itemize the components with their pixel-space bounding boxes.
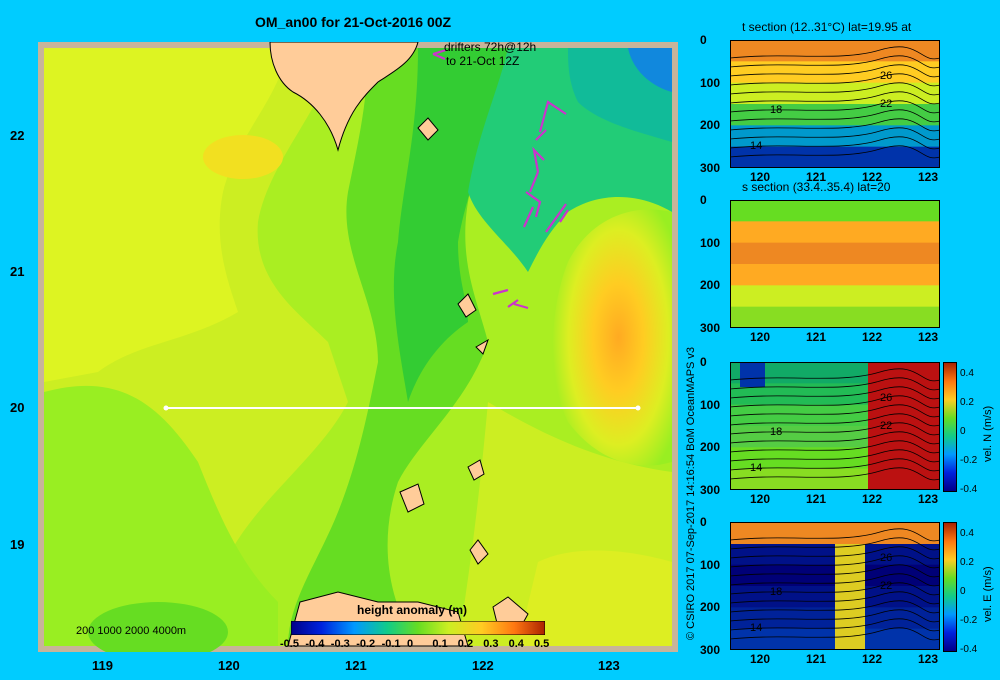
section-depth-tick: 200 xyxy=(700,440,721,455)
x-tick-122: 122 xyxy=(472,658,494,673)
contour-label: 22 xyxy=(880,420,893,432)
y-tick-19: 19 xyxy=(10,537,25,552)
contour-label: 18 xyxy=(770,426,783,438)
depth-legend: 200 1000 2000 4000m xyxy=(76,625,187,637)
section-colorbar-tick: 0.4 xyxy=(960,528,974,539)
section-colorbar-tick: -0.4 xyxy=(960,644,978,655)
colorbar-tick: 0.1 xyxy=(432,638,448,650)
section-lon-tick: 123 xyxy=(918,492,939,506)
colorbar-tick: 0.4 xyxy=(508,638,524,650)
field-orange-spot xyxy=(203,135,283,179)
section-lon-tick: 122 xyxy=(862,492,883,506)
section-lon-tick: 121 xyxy=(806,652,827,666)
section-colorbar-label: vel. E (m/s) xyxy=(982,566,994,622)
y-tick-20: 20 xyxy=(10,400,25,415)
colorbar-tick: 0.5 xyxy=(534,638,550,650)
section-colorbar xyxy=(943,522,957,652)
section-lon-tick: 120 xyxy=(750,330,771,344)
section-colorbar-tick: -0.2 xyxy=(960,615,978,626)
colorbar-tick: -0.5 xyxy=(280,638,299,650)
section-colorbar-tick: 0.2 xyxy=(960,397,974,408)
section-colorbar-tick: -0.4 xyxy=(960,484,978,495)
section-lon-tick: 123 xyxy=(918,330,939,344)
section-lon-tick: 123 xyxy=(918,652,939,666)
section-colorbar-tick: 0.4 xyxy=(960,368,974,379)
colorbar-ticks: -0.5 -0.4 -0.3 -0.2 -0.1 0 0.1 0.2 0.3 0.4 0.5 xyxy=(280,638,560,654)
contour-label: 14 xyxy=(750,462,763,474)
colorbar-tick: -0.1 xyxy=(381,638,401,650)
section-depth-tick: 100 xyxy=(700,235,721,250)
colorbar-tick: 0 xyxy=(407,638,414,650)
map-title: OM_an00 for 21-Oct-2016 00Z xyxy=(255,14,452,30)
section-depth-tick: 100 xyxy=(700,75,721,90)
contour-label: 22 xyxy=(880,580,893,592)
x-tick-123: 123 xyxy=(598,658,620,673)
colorbar-tick: -0.4 xyxy=(305,638,325,650)
colorbar-tick: 0.2 xyxy=(457,638,474,650)
section-depth-tick: 0 xyxy=(700,355,707,369)
credit-text: © CSIRO 2017 07-Sep-2017 14:16:54 BoM Oc… xyxy=(685,346,697,640)
section-lon-tick: 123 xyxy=(918,170,939,184)
section-colorbar-label: vel. N (m/s) xyxy=(982,405,994,462)
section-colorbar-tick: 0 xyxy=(960,586,966,597)
contour-label: 26 xyxy=(880,70,893,82)
contour-label: 18 xyxy=(770,586,783,598)
contour-label: 18 xyxy=(770,104,783,116)
section-depth-tick: 100 xyxy=(700,557,721,572)
section-depth-tick: 0 xyxy=(700,33,707,47)
section-depth-tick: 200 xyxy=(700,118,721,133)
section-depth-tick: 300 xyxy=(700,321,721,335)
x-tick-121: 121 xyxy=(345,658,367,673)
section-depth-tick: 300 xyxy=(700,161,721,175)
colorbar-tick: -0.2 xyxy=(356,638,376,650)
x-tick-120: 120 xyxy=(218,658,240,673)
section-colorbar-tick: 0 xyxy=(960,426,966,437)
section-depth-tick: 0 xyxy=(700,515,707,529)
section-lon-tick: 120 xyxy=(750,492,771,506)
section-title: t section (12..31°C) lat=19.95 at xyxy=(742,20,912,34)
contour-label: 26 xyxy=(880,552,893,564)
section-depth-tick: 300 xyxy=(700,643,721,657)
contour-label: 14 xyxy=(750,140,763,152)
section-lon-tick: 121 xyxy=(806,492,827,506)
y-tick-22: 22 xyxy=(10,128,25,143)
section-title: s section (33.4..35.4) lat=20 xyxy=(742,180,891,194)
colorbar-label: height anomaly (m) xyxy=(357,603,468,617)
colorbar-tick: 0.3 xyxy=(483,638,499,650)
x-tick-119: 119 xyxy=(92,658,113,673)
colorbar xyxy=(291,621,545,635)
contour-label: 22 xyxy=(880,98,893,110)
section-panel-2[interactable] xyxy=(730,200,940,328)
section-lon-tick: 122 xyxy=(862,652,883,666)
section-colorbar xyxy=(943,362,957,492)
section-depth-tick: 300 xyxy=(700,483,721,497)
section-depth-tick: 0 xyxy=(700,193,707,207)
section-colorbar-tick: -0.2 xyxy=(960,455,978,466)
contour-label: 14 xyxy=(750,622,763,634)
section-lon-tick: 122 xyxy=(862,330,883,344)
drifter-note-1: drifters 72h@12h xyxy=(444,40,537,54)
y-tick-21: 21 xyxy=(10,264,25,279)
map-panel[interactable] xyxy=(38,42,678,652)
drifter-note-2: to 21-Oct 12Z xyxy=(446,54,520,68)
section-depth-tick: 200 xyxy=(700,600,721,615)
section-depth-tick: 100 xyxy=(700,397,721,412)
section-lon-tick: 121 xyxy=(806,330,827,344)
section-depth-tick: 200 xyxy=(700,278,721,293)
section-colorbar-tick: 0.2 xyxy=(960,557,974,568)
contour-label: 26 xyxy=(880,392,893,404)
colorbar-tick: -0.3 xyxy=(330,638,350,650)
section-lon-tick: 120 xyxy=(750,652,771,666)
